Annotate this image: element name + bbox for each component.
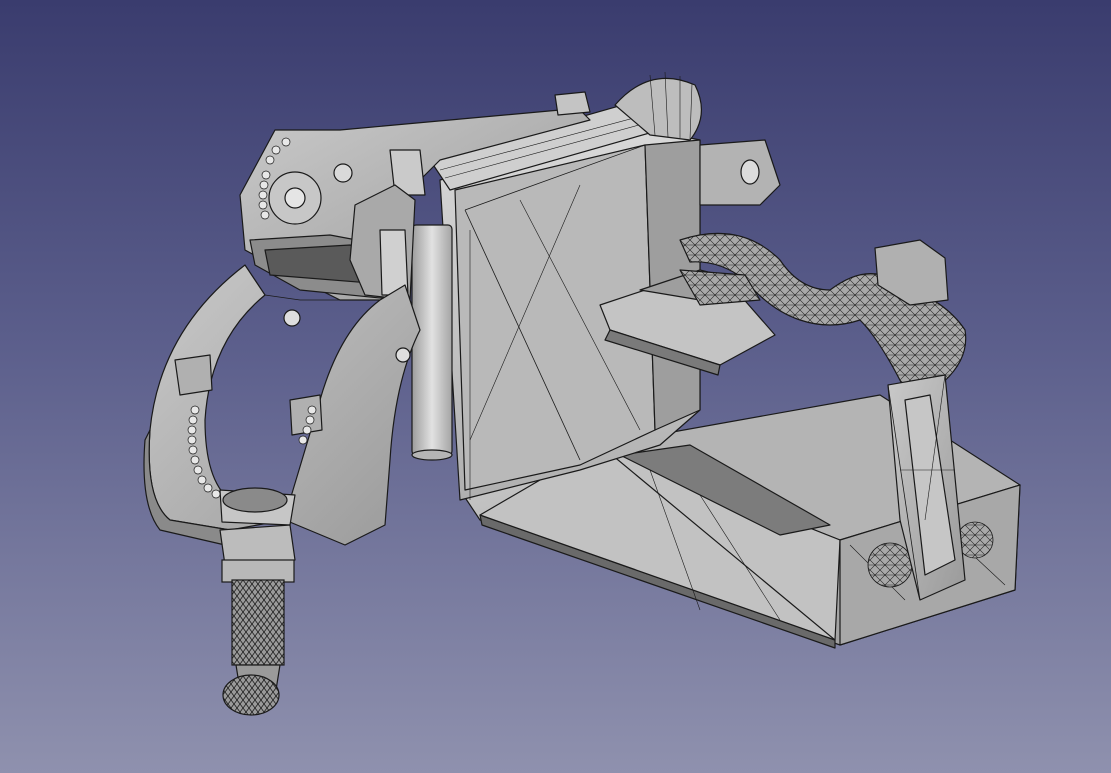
- clamp-ring[interactable]: [143, 264, 421, 566]
- cylinder-post[interactable]: [411, 224, 453, 461]
- 3d-viewport[interactable]: [0, 0, 1111, 773]
- model-view[interactable]: [0, 0, 1111, 773]
- knurled-screw[interactable]: [221, 559, 295, 716]
